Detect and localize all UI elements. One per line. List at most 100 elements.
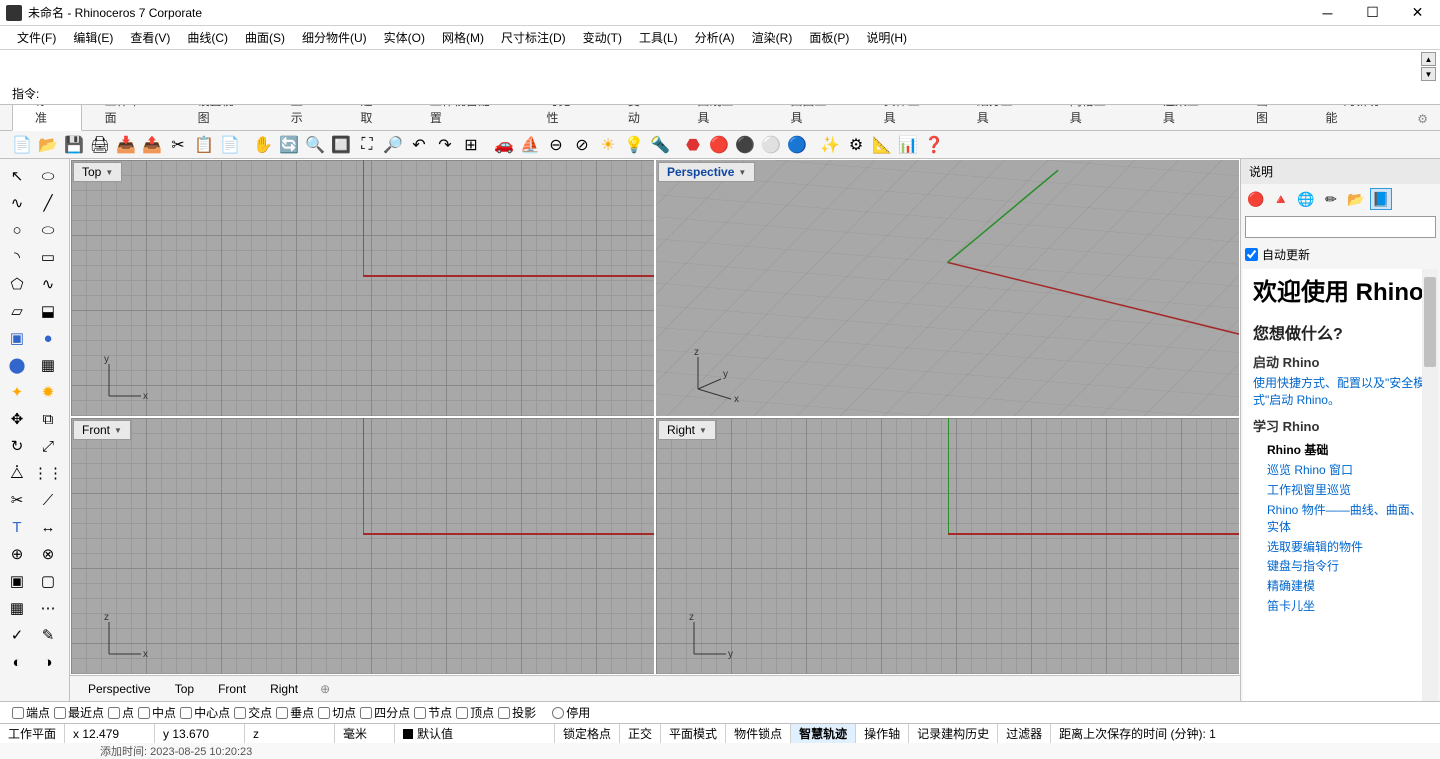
zoom-extents-icon[interactable]: ⛶ xyxy=(355,133,379,157)
command-history[interactable] xyxy=(0,50,1440,82)
surface-icon[interactable]: ▱ xyxy=(2,298,32,324)
status-gumball[interactable]: 操作轴 xyxy=(856,724,909,743)
tool2-icon[interactable]: ◑ xyxy=(33,649,63,675)
menu-tools[interactable]: 工具(L) xyxy=(632,27,685,48)
mesh-icon[interactable]: ▦ xyxy=(33,352,63,378)
polyline-icon[interactable]: ∿ xyxy=(2,190,32,216)
panel-pen-icon[interactable]: ✏ xyxy=(1320,188,1342,210)
explode2-icon[interactable]: ⊗ xyxy=(33,541,63,567)
import-icon[interactable]: 📥 xyxy=(114,133,138,157)
options-gear-icon[interactable]: ⚙ xyxy=(844,133,868,157)
status-history[interactable]: 记录建构历史 xyxy=(909,724,998,743)
arc-icon[interactable]: ◝ xyxy=(2,244,32,270)
osnap-project[interactable]: 投影 xyxy=(498,704,536,721)
status-osnap[interactable]: 物件锁点 xyxy=(726,724,791,743)
sphere-gray-icon[interactable]: ⚫ xyxy=(733,133,757,157)
save-icon[interactable]: 💾 xyxy=(62,133,86,157)
link-objects[interactable]: Rhino 物件——曲线、曲面、实体 xyxy=(1267,502,1428,536)
sphere2-icon[interactable]: ● xyxy=(33,325,63,351)
wand-icon[interactable]: ✨ xyxy=(818,133,842,157)
layers-icon[interactable]: 📊 xyxy=(896,133,920,157)
maximize-button[interactable]: ☐ xyxy=(1350,0,1395,26)
box-icon[interactable]: ▣ xyxy=(2,325,32,351)
osnap-knot[interactable]: 节点 xyxy=(414,704,452,721)
osnap-tan[interactable]: 切点 xyxy=(318,704,356,721)
osnap-near[interactable]: 最近点 xyxy=(54,704,104,721)
osnap-disable[interactable]: 停用 xyxy=(552,704,590,721)
rotate-icon[interactable]: 🔄 xyxy=(277,133,301,157)
join-icon[interactable]: ⊕ xyxy=(2,541,32,567)
grid-icon[interactable]: ▦ xyxy=(2,595,32,621)
explode-icon[interactable]: ✹ xyxy=(33,379,63,405)
menu-subd[interactable]: 细分物件(U) xyxy=(295,27,374,48)
panel-folder-icon[interactable]: 📂 xyxy=(1345,188,1367,210)
car-icon[interactable]: 🚗 xyxy=(492,133,516,157)
osnap-vertex[interactable]: 顶点 xyxy=(456,704,494,721)
menu-file[interactable]: 文件(F) xyxy=(10,27,63,48)
dim-icon[interactable]: ↔ xyxy=(33,514,63,540)
circle1-icon[interactable]: ⊖ xyxy=(544,133,568,157)
menu-surface[interactable]: 曲面(S) xyxy=(238,27,292,48)
status-ortho[interactable]: 正交 xyxy=(620,724,661,743)
link-keyboard[interactable]: 键盘与指令行 xyxy=(1267,558,1428,575)
viewport-label-top[interactable]: Top▼ xyxy=(73,162,122,182)
status-unit[interactable]: 毫米 xyxy=(335,724,395,743)
viewport-label-perspective[interactable]: Perspective▼ xyxy=(658,162,755,182)
paste-icon[interactable]: 📄 xyxy=(218,133,242,157)
pencil-icon[interactable]: ✎ xyxy=(33,622,63,648)
trim-icon[interactable]: ✂ xyxy=(2,487,32,513)
sphere-blue-icon[interactable]: 🔵 xyxy=(785,133,809,157)
print-icon[interactable]: 🖨 xyxy=(88,133,112,157)
auto-update-check[interactable] xyxy=(1245,248,1258,261)
circle-icon[interactable]: ○ xyxy=(2,217,32,243)
split-icon[interactable]: ⟋ xyxy=(33,487,63,513)
menu-render[interactable]: 渲染(R) xyxy=(745,27,800,48)
minimize-button[interactable]: ─ xyxy=(1305,0,1350,26)
open-icon[interactable]: 📂 xyxy=(36,133,60,157)
zoom-window-icon[interactable]: 🔲 xyxy=(329,133,353,157)
status-layer[interactable]: 默认值 xyxy=(395,724,555,743)
export-icon[interactable]: 📤 xyxy=(140,133,164,157)
menu-help[interactable]: 说明(H) xyxy=(859,27,914,48)
move-icon[interactable]: ✥ xyxy=(2,406,32,432)
array2-icon[interactable]: ⋯ xyxy=(33,595,63,621)
tool1-icon[interactable]: ◐ xyxy=(2,649,32,675)
curve-icon[interactable]: ∿ xyxy=(33,271,63,297)
link-viewport[interactable]: 工作视窗里巡览 xyxy=(1267,482,1428,499)
star-icon[interactable]: ✦ xyxy=(2,379,32,405)
menu-dimension[interactable]: 尺寸标注(D) xyxy=(494,27,573,48)
osnap-perp[interactable]: 垂点 xyxy=(276,704,314,721)
new-icon[interactable]: 📄 xyxy=(10,133,34,157)
sun-icon[interactable]: ☀ xyxy=(596,133,620,157)
render-rainbow-icon[interactable]: 🔴 xyxy=(707,133,731,157)
polygon-icon[interactable]: ⬠ xyxy=(2,271,32,297)
vptab-top[interactable]: Top xyxy=(163,678,206,700)
render-red-icon[interactable]: ⬣ xyxy=(681,133,705,157)
ship-icon[interactable]: ⛵ xyxy=(518,133,542,157)
zoom-icon[interactable]: 🔍 xyxy=(303,133,327,157)
cylinder-icon[interactable]: ⬤ xyxy=(2,352,32,378)
four-view-icon[interactable]: ⊞ xyxy=(459,133,483,157)
sphere-shiny-icon[interactable]: ⚪ xyxy=(759,133,783,157)
osnap-end[interactable]: 端点 xyxy=(12,704,50,721)
menu-view[interactable]: 查看(V) xyxy=(123,27,177,48)
menu-edit[interactable]: 编辑(E) xyxy=(66,27,120,48)
osnap-quad[interactable]: 四分点 xyxy=(360,704,410,721)
panel-mat-icon[interactable]: 🔺 xyxy=(1270,188,1292,210)
ungroup-icon[interactable]: ▢ xyxy=(33,568,63,594)
viewport-perspective[interactable]: Perspective▼ zxy xyxy=(656,160,1239,416)
status-filter[interactable]: 过滤器 xyxy=(998,724,1051,743)
copy-icon[interactable]: 📋 xyxy=(192,133,216,157)
vptab-add[interactable]: ⊕ xyxy=(310,678,340,700)
menu-analyze[interactable]: 分析(A) xyxy=(688,27,742,48)
help-scrollbar[interactable] xyxy=(1422,269,1438,701)
link-cartesian[interactable]: 笛卡儿坐 xyxy=(1267,598,1428,615)
command-line[interactable]: 指令: xyxy=(0,82,1440,104)
auto-update-checkbox[interactable]: 自动更新 xyxy=(1241,240,1440,269)
undo-icon[interactable]: ↶ xyxy=(407,133,431,157)
start-link[interactable]: 使用快捷方式、配置以及"安全模式"启动 Rhino。 xyxy=(1253,375,1428,409)
panel-env-icon[interactable]: 🌐 xyxy=(1295,188,1317,210)
viewport-label-right[interactable]: Right▼ xyxy=(658,420,716,440)
link-precise[interactable]: 精确建模 xyxy=(1267,578,1428,595)
link-tour[interactable]: 巡览 Rhino 窗口 xyxy=(1267,462,1428,479)
